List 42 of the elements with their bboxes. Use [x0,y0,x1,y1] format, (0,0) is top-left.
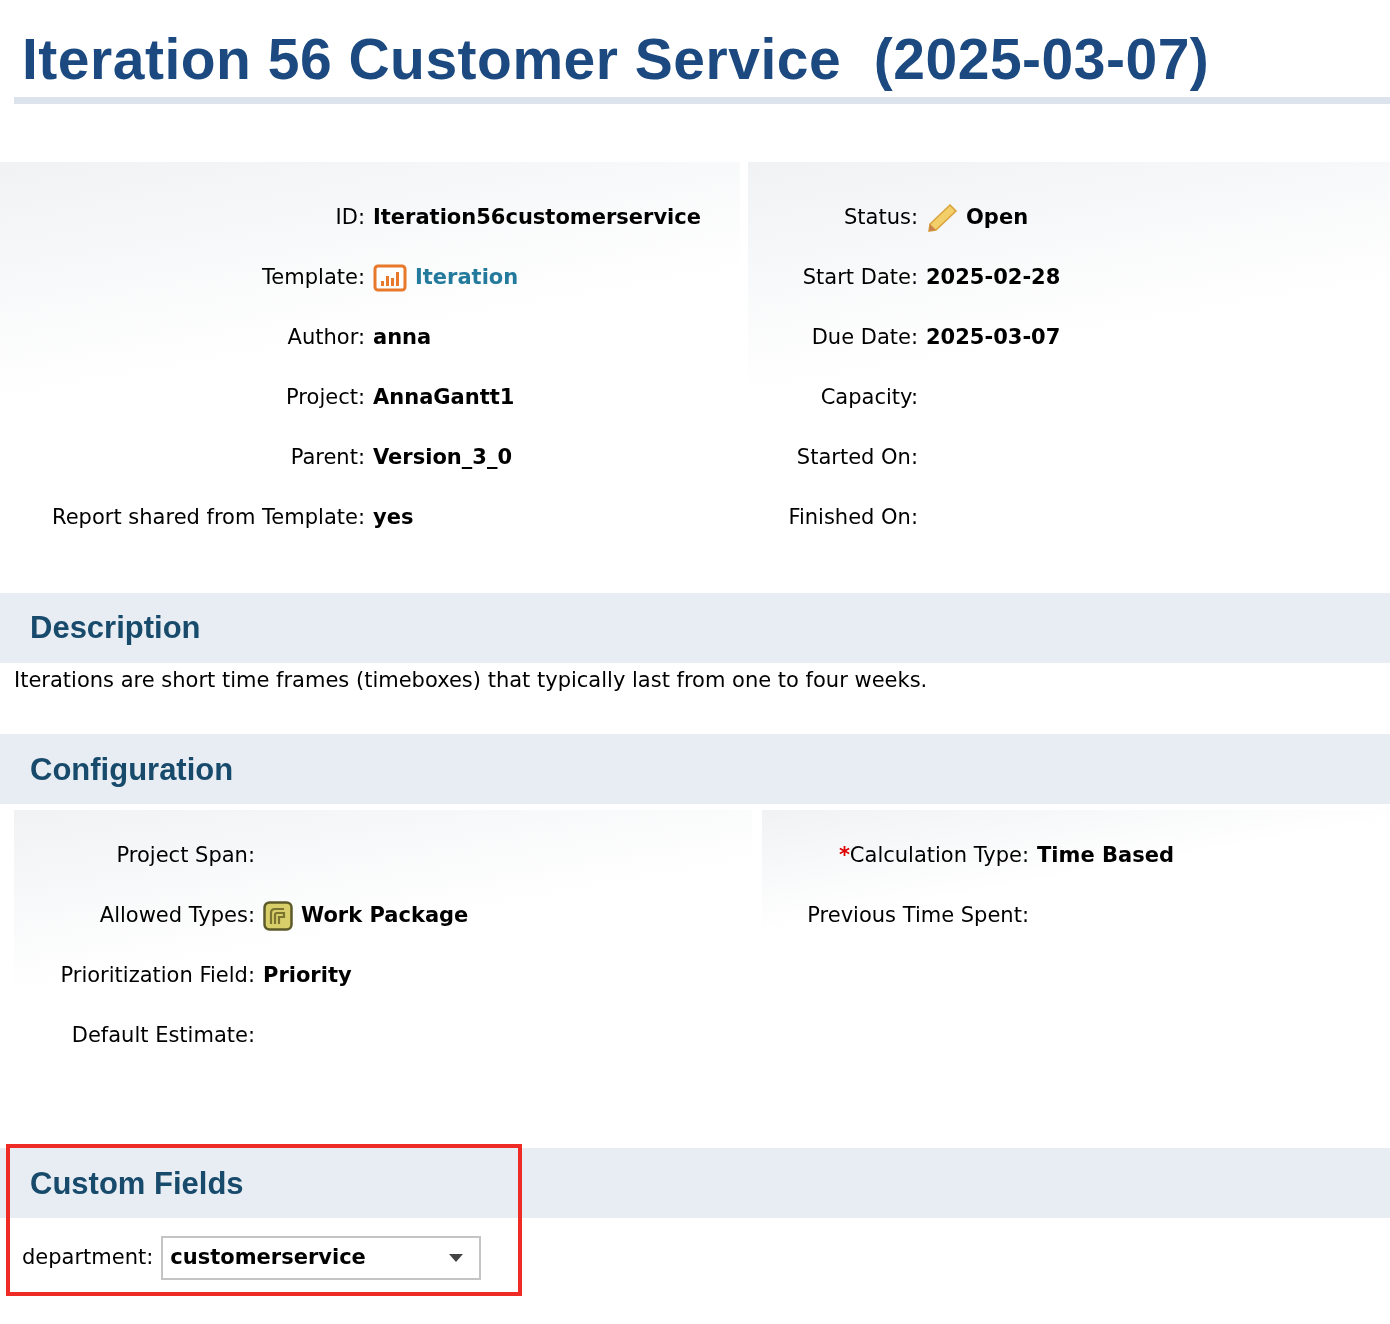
package-icon [263,901,293,932]
pencil-icon [926,202,958,233]
field-label: Start Date: [802,264,918,289]
dropdown-select[interactable]: customerservice [161,1236,482,1281]
field-label: department: [22,1244,154,1272]
field-value: Open [966,203,1029,231]
field-label: ID: [335,204,365,229]
field-value: anna [373,323,432,351]
field-label: Previous Time Spent: [807,903,1029,928]
field-label: Status: [844,204,918,229]
field-label: Project: [286,384,365,409]
field-label: Calculation Type: [849,843,1029,868]
bar-chart-icon [373,263,407,292]
field-value: Priority [263,962,352,990]
field-value: Time Based [1037,842,1174,870]
field-value: Version_3_0 [373,443,512,471]
field-label: Project Span: [116,843,255,868]
section-title: Custom Fields [30,1164,244,1202]
field-value: 2025-02-28 [926,263,1061,291]
field-value: AnnaGantt1 [373,383,515,411]
template-link[interactable]: Iteration [415,261,519,294]
section-title: Description [30,609,201,647]
field-label: Author: [287,324,365,349]
field-label: Template: [262,264,365,289]
section-title: Configuration [30,750,234,788]
description-text: Iterations are short time frames (timeboxes) that typically last from one to four weeks. [14,666,929,694]
caret-icon [449,1254,464,1263]
field-value: Work Package [301,902,469,930]
field-label: Default Estimate: [71,1023,255,1048]
field-label: Parent: [290,444,365,469]
field-label: Finished On: [788,504,918,529]
field-label: Allowed Types: [99,903,255,928]
field-label: Due Date: [811,324,918,349]
page-title: Iteration 56 Customer Service (2025-03-07) [21,26,1211,91]
field-label: Capacity: [820,384,918,409]
field-label: Report shared from Template: [52,504,365,529]
field-value: yes [373,503,414,531]
field-label: Prioritization Field: [60,963,255,988]
field-value: Iteration56customerservice [373,203,701,231]
field-label: Started On: [796,444,918,469]
field-value: 2025-03-07 [926,323,1061,351]
required-asterisk: * [838,843,850,868]
